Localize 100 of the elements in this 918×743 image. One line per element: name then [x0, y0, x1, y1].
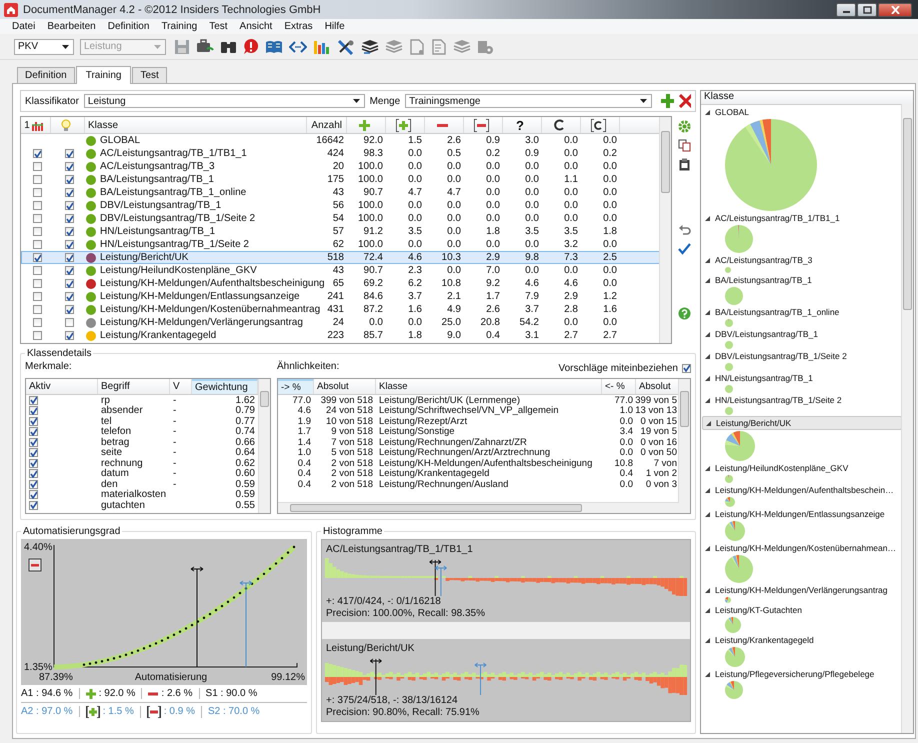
table-row[interactable]: DBV/Leistungsantrag/TB_1/Seite 2 54 100.0 0.0 0.0 0.0 0.0 0.0 0.0	[21, 212, 661, 225]
menu-item[interactable]: Datei	[6, 21, 42, 32]
check-icon[interactable]	[678, 242, 690, 255]
checkbox[interactable]	[64, 227, 74, 236]
checkbox[interactable]	[64, 292, 74, 301]
table-row[interactable]: HN/Leistungsantrag/TB_1/Seite 2 62 100.0 0.0 0.0 0.0 0.0 3.2 0.0	[21, 238, 661, 251]
checkbox[interactable]	[32, 240, 42, 249]
checkbox[interactable]	[29, 396, 38, 405]
menu-item[interactable]: Extras	[278, 21, 319, 32]
tree-item[interactable]: AC/Leistungsantrag/TB_3	[702, 254, 902, 266]
tree-item[interactable]: HN/Leistungsantrag/TB_1	[702, 372, 902, 384]
dropdown[interactable]: Leistung	[84, 94, 365, 108]
checkbox[interactable]	[29, 438, 38, 447]
checkbox[interactable]	[32, 305, 42, 314]
tree-item[interactable]: Leistung/HeilundKostenpläne_GKV	[702, 462, 902, 474]
checkbox[interactable]	[64, 266, 74, 275]
scrollbar[interactable]	[278, 502, 679, 513]
tree-item[interactable]: GLOBAL	[702, 106, 902, 118]
threshold-marker[interactable]	[429, 560, 442, 596]
checkbox[interactable]	[64, 305, 74, 314]
checkbox[interactable]	[32, 253, 42, 262]
expander-icon[interactable]	[704, 256, 711, 264]
checkbox[interactable]	[64, 149, 74, 158]
table-row[interactable]: HN/Leistungsantrag/TB_1 57 91.2 3.5 0.0 1.8 3.5 3.5 1.8	[21, 225, 661, 238]
threshold-marker[interactable]	[370, 658, 382, 695]
code-icon[interactable]	[289, 38, 307, 54]
column-header[interactable]: Absolut	[314, 379, 376, 394]
scrollbar[interactable]	[678, 379, 690, 513]
column-header[interactable]: ?	[503, 117, 542, 133]
expander-icon[interactable]	[704, 374, 711, 382]
book-icon[interactable]	[265, 38, 283, 54]
tree-item[interactable]: Leistung/KH-Meldungen/Entlassungsanzeige	[702, 508, 902, 520]
menu-item[interactable]: Definition	[102, 21, 156, 32]
table-row[interactable]: AC/Leistungsantrag/TB_1/TB1_1 424 98.3 0.0 0.5 0.2 0.9 0.0 0.2	[21, 147, 661, 160]
checkbox[interactable]	[29, 406, 38, 416]
table-row[interactable]: Leistung/KH-Meldungen/Verlängerungsantrag 24 0.0 0.0 25.0 20.8 54.2 0.0 0.0	[21, 316, 661, 329]
tools-icon[interactable]	[337, 38, 355, 54]
delete-icon[interactable]	[678, 94, 692, 108]
checkbox[interactable]	[32, 188, 42, 197]
column-header[interactable]: Anzahl	[307, 117, 347, 133]
dropdown[interactable]: Trainingsmenge	[405, 94, 652, 108]
tree-item[interactable]: BA/Leistungsantrag/TB_1	[702, 274, 902, 286]
tree-item[interactable]: DBV/Leistungsantrag/TB_1/Seite 2	[702, 350, 902, 362]
checkbox[interactable]	[29, 448, 38, 458]
menu-item[interactable]: Bearbeiten	[41, 21, 102, 32]
checkbox[interactable]	[32, 162, 42, 171]
tab[interactable]: Test	[132, 67, 167, 83]
expander-icon[interactable]	[704, 670, 711, 678]
tree-item[interactable]: AC/Leistungsantrag/TB_1/TB1_1	[702, 212, 902, 224]
tree-item[interactable]: Leistung/Krankentagegeld	[702, 634, 902, 646]
table-row[interactable]: BA/Leistungsantrag/TB_1 175 100.0 0.0 0.0 0.0 0.0 1.1 0.0	[21, 173, 661, 186]
checkbox[interactable]	[682, 364, 691, 372]
minus-button[interactable]	[28, 558, 42, 572]
checkbox[interactable]	[64, 331, 74, 340]
table-row[interactable]: Leistung/KH-Meldungen/Kostenübernahmeantrag 431 87.2 1.6 4.9 2.6 3.7 2.8 1.6	[21, 303, 661, 316]
clipboard-icon[interactable]	[678, 158, 690, 171]
minimize-button[interactable]	[836, 2, 856, 16]
column-header[interactable]: Aktiv	[26, 379, 98, 394]
column-header[interactable]: Gewichtung	[192, 379, 258, 394]
checkbox[interactable]	[32, 318, 42, 327]
table-row[interactable]: GLOBAL 16642 92.0 1.5 2.6 0.9 3.0 0.0 0.0	[21, 134, 661, 147]
expander-icon[interactable]	[704, 214, 711, 222]
column-header[interactable]: Klasse	[376, 379, 602, 394]
expander-icon[interactable]	[704, 396, 711, 404]
bar-chart-icon[interactable]	[313, 38, 331, 54]
tree-item[interactable]: Leistung/Bericht/UK	[702, 416, 902, 430]
expander-icon[interactable]	[704, 636, 711, 644]
checkbox[interactable]	[29, 416, 38, 426]
scrollbar[interactable]	[901, 104, 913, 733]
tree-item[interactable]: DBV/Leistungsantrag/TB_1	[702, 328, 902, 340]
threshold-marker[interactable]	[190, 566, 204, 668]
layers-icon[interactable]	[361, 38, 379, 54]
threshold-marker[interactable]	[240, 580, 252, 668]
checkbox[interactable]	[29, 469, 38, 478]
checkbox[interactable]	[32, 175, 42, 184]
copy-icon[interactable]	[678, 139, 690, 152]
tree-item[interactable]: Leistung/KT-Gutachten	[702, 604, 902, 616]
threshold-marker[interactable]	[434, 566, 448, 596]
checkbox[interactable]	[64, 214, 74, 223]
close-button[interactable]	[878, 2, 912, 16]
expander-icon[interactable]	[704, 510, 711, 518]
expander-icon[interactable]	[704, 464, 711, 472]
checkbox[interactable]	[64, 318, 74, 327]
table-row[interactable]: Leistung/Krankentagegeld 223 85.7 1.8 9.0 0.4 3.1 2.7 2.7	[21, 329, 661, 342]
expander-icon[interactable]	[704, 352, 711, 360]
table-row[interactable]: AC/Leistungsantrag/TB_3 20 100.0 0.0 0.0 0.0 0.0 0.0 0.0	[21, 160, 661, 173]
threshold-marker[interactable]	[474, 662, 487, 695]
checkbox[interactable]	[32, 279, 42, 288]
selected-row[interactable]: Leistung/Bericht/UK 518 72.4 4.6 10.3 2.9 9.8 7.3 2.5	[21, 251, 661, 264]
alert-icon[interactable]	[243, 38, 259, 55]
expander-icon[interactable]	[705, 420, 712, 426]
checkbox[interactable]	[29, 427, 38, 436]
table-row[interactable]: DBV/Leistungsantrag/TB_1 56 100.0 0.0 0.0 0.0 0.0 0.0 0.0	[21, 199, 661, 212]
scrollbar[interactable]	[659, 117, 671, 343]
expander-icon[interactable]	[704, 486, 711, 494]
column-header[interactable]: -> %	[278, 379, 314, 394]
checkbox[interactable]	[32, 292, 42, 301]
tree-item[interactable]: BA/Leistungsantrag/TB_1_online	[702, 306, 902, 318]
column-header[interactable]: 1	[21, 117, 51, 133]
checkbox[interactable]	[32, 331, 42, 340]
